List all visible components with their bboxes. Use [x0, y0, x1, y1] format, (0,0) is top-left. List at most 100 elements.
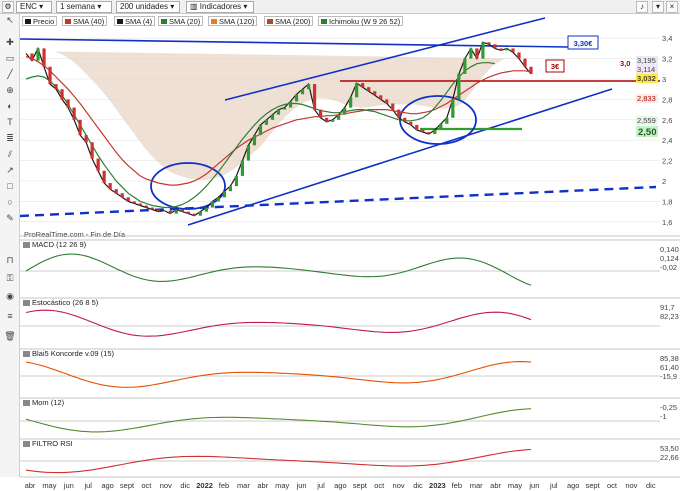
- y-tick-9: 3,4: [662, 34, 672, 43]
- x-tick-17: sept: [353, 481, 368, 490]
- rectangle-icon[interactable]: □: [3, 180, 17, 192]
- price-candle-54: [349, 97, 353, 108]
- pencil-icon[interactable]: ✎: [3, 212, 17, 224]
- price-candle-73: [463, 58, 467, 74]
- price-candle-52: [337, 114, 341, 120]
- price-candle-2: [36, 48, 40, 61]
- price-candle-10: [84, 135, 88, 143]
- price-tag-6: 2,50: [638, 127, 657, 138]
- ellipse-icon[interactable]: ○: [3, 196, 17, 208]
- eye-icon[interactable]: ◉: [3, 290, 17, 302]
- side-price-label: 3,0: [620, 59, 630, 68]
- price-candle-3: [42, 48, 46, 67]
- price-candle-12: [96, 158, 100, 171]
- price-candle-4: [48, 66, 52, 85]
- interval-select[interactable]: 1 semana ▾: [56, 1, 112, 13]
- price-tag-3: 3,032: [637, 74, 656, 83]
- x-tick-4: ago: [101, 481, 114, 490]
- y-tick-8: 3,2: [662, 55, 672, 64]
- price-candle-16: [120, 193, 124, 198]
- trendline-icon[interactable]: ╱: [3, 68, 17, 80]
- price-candle-22: [156, 209, 160, 212]
- x-tick-2: jun: [63, 481, 74, 490]
- indicators-button[interactable]: ▥ Indicadores ▾: [186, 1, 254, 13]
- price-candle-25: [174, 209, 178, 214]
- x-tick-30: oct: [607, 481, 618, 490]
- x-tick-24: abr: [490, 481, 501, 490]
- settings-icon[interactable]: ⚙: [2, 1, 14, 13]
- price-candle-7: [66, 99, 70, 108]
- source-label: ProRealTime.com - Fin de Día: [24, 230, 126, 239]
- bell-icon[interactable]: ♪: [636, 1, 648, 13]
- price-candle-37: [246, 145, 251, 161]
- close-icon[interactable]: ×: [666, 1, 678, 13]
- price-candle-69: [439, 123, 443, 130]
- x-tick-27: jul: [549, 481, 558, 490]
- symbol-label: ENC: [20, 2, 37, 11]
- toolbar: ⚙ ENC ▾ 1 semana ▾ 200 unidades ▾ ▥ Indi…: [0, 0, 680, 14]
- price-candle-84: [529, 66, 533, 74]
- price-candle-68: [433, 130, 437, 135]
- y-tick-5: 2,6: [662, 116, 672, 125]
- price-candle-32: [216, 197, 220, 202]
- panel-value-stoch-1: 82,23: [660, 312, 679, 321]
- price-candle-39: [258, 124, 263, 136]
- drawing-tools-bar: ↖ ✚ ▭ ╱ ⊕ ◐ T ≣ ⫽ ↗ □ ○ ✎ ⊓ ⚿ ◉ ≡ 🗑: [0, 14, 20, 477]
- units-select[interactable]: 200 unidades ▾: [116, 1, 180, 13]
- x-tick-26: jun: [528, 481, 539, 490]
- zoom-icon[interactable]: ⊕: [3, 84, 17, 96]
- indicators-label: Indicadores: [199, 2, 242, 11]
- chart-area[interactable]: 3,30€ 3€ ProRealTime.com - Fin de Día 1,…: [20, 14, 680, 491]
- price-candle-47: [306, 84, 311, 90]
- price-candle-23: [162, 210, 166, 212]
- panel-line-0: [25, 253, 532, 286]
- ruler-icon[interactable]: ▭: [3, 52, 17, 64]
- price-candle-64: [409, 121, 413, 125]
- price-candle-65: [415, 124, 419, 130]
- panel-value-mom-1: -1: [660, 412, 667, 421]
- price-candle-28: [192, 213, 196, 216]
- arrow-icon[interactable]: ↗: [3, 164, 17, 176]
- channel-icon[interactable]: ⫽: [3, 148, 17, 160]
- panel-line-3: [25, 408, 532, 433]
- price-candle-57: [367, 87, 371, 92]
- x-tick-6: oct: [141, 481, 152, 490]
- price-candle-6: [60, 89, 64, 100]
- y-tick-3: 2,2: [662, 157, 672, 166]
- price-candle-56: [361, 83, 365, 88]
- panel-value-rsi-1: 22,66: [660, 453, 679, 462]
- x-tick-5: sept: [120, 481, 135, 490]
- interval-label: 1 semana: [60, 2, 96, 11]
- x-tick-15: jul: [316, 481, 325, 490]
- price-candle-42: [276, 109, 281, 115]
- dropdown-icon[interactable]: ▾: [652, 1, 664, 13]
- x-tick-28: ago: [567, 481, 580, 490]
- price-tag-2: 3,114: [637, 65, 655, 74]
- layers-icon[interactable]: ≡: [3, 310, 17, 322]
- x-tick-20: dic: [413, 481, 423, 490]
- price-candle-29: [198, 211, 202, 216]
- price-candle-79: [499, 48, 503, 51]
- lock-icon[interactable]: ⚿: [3, 272, 17, 284]
- pointer-icon[interactable]: ↖: [3, 14, 17, 26]
- price-candle-1: [30, 53, 34, 61]
- price-tag-1: 3,195: [637, 56, 656, 65]
- price-candle-77: [487, 42, 491, 45]
- symbol-select[interactable]: ENC ▾: [16, 1, 52, 13]
- fibonacci-icon[interactable]: ≣: [3, 132, 17, 144]
- text-icon[interactable]: T: [3, 116, 17, 128]
- trash-icon[interactable]: 🗑: [3, 330, 17, 342]
- panel-value-stoch-0: 91,7: [660, 303, 675, 312]
- price-candle-76: [481, 42, 485, 59]
- x-tick-9: 2022: [196, 481, 213, 490]
- crosshair-icon[interactable]: ✚: [3, 36, 17, 48]
- y-tick-0: 1,6: [662, 218, 672, 227]
- price-candle-33: [222, 191, 226, 198]
- panel-value-macd-0: 0,140: [660, 245, 679, 254]
- panel-value-mom-0: -0,25: [660, 403, 677, 412]
- price-candle-83: [523, 58, 527, 67]
- x-tick-0: abr: [25, 481, 36, 490]
- eraser-icon[interactable]: ◐: [3, 100, 17, 112]
- price-candle-24: [168, 210, 172, 214]
- magnet-icon[interactable]: ⊓: [3, 254, 17, 266]
